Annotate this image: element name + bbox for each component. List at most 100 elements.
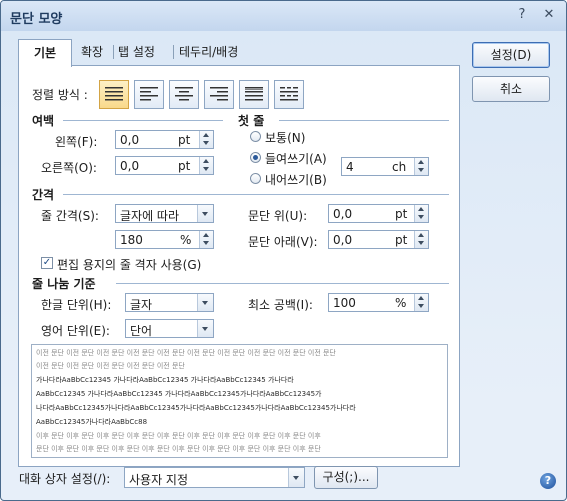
min-space-unit: % [395, 296, 407, 310]
first-line-normal-label[interactable]: 보통(N) [265, 129, 305, 146]
align-left-button[interactable] [134, 80, 164, 109]
dialog-settings-label: 대화 상자 설정(/): [19, 472, 111, 486]
space-above-spinner[interactable]: 0,0 pt [328, 204, 429, 223]
align-center-button[interactable] [169, 80, 199, 109]
tab-basic[interactable]: 기본 [18, 39, 72, 67]
up-arrow-icon[interactable] [203, 233, 209, 237]
line-spacing-type-value: 글자에 따라 [120, 209, 180, 223]
help-icon[interactable]: ? [540, 473, 556, 489]
down-arrow-icon[interactable] [203, 141, 209, 145]
dropdown-button[interactable] [197, 320, 213, 337]
down-arrow-icon[interactable] [418, 241, 424, 245]
divider [63, 194, 449, 195]
dropdown-button[interactable] [288, 468, 304, 487]
spinner-arrows[interactable] [414, 205, 428, 222]
dialog-settings-value: 사용자 지정 [129, 473, 189, 487]
first-line-outdent-radio[interactable] [250, 173, 261, 184]
space-below-value[interactable]: 0,0 [333, 233, 352, 247]
tab-separator [113, 45, 114, 59]
chevron-down-icon [202, 301, 208, 305]
up-arrow-icon[interactable] [418, 296, 424, 300]
cancel-button[interactable]: 취소 [472, 76, 550, 102]
up-arrow-icon[interactable] [203, 133, 209, 137]
right-margin-value[interactable]: 0,0 [120, 159, 139, 173]
english-unit-select[interactable]: 단어 [125, 319, 214, 338]
line-grid-label[interactable]: 편집 용지의 줄 격자 사용(G) [57, 256, 201, 273]
space-above-value[interactable]: 0,0 [333, 207, 352, 221]
spinner-arrows[interactable] [199, 157, 213, 174]
line-spacing-type-select[interactable]: 글자에 따라 [115, 204, 214, 223]
left-margin-spinner[interactable]: 0,0 pt [115, 130, 214, 149]
up-arrow-icon[interactable] [203, 159, 209, 163]
dialog-settings-select[interactable]: 사용자 지정 [124, 467, 305, 488]
down-arrow-icon[interactable] [203, 241, 209, 245]
korean-unit-select[interactable]: 글자 [125, 293, 214, 312]
align-divide-button[interactable] [274, 80, 304, 109]
dropdown-button[interactable] [197, 294, 213, 311]
close-icon[interactable]: ✕ [541, 7, 557, 23]
divider [63, 120, 223, 121]
up-arrow-icon[interactable] [418, 233, 424, 237]
spinner-arrows[interactable] [199, 231, 213, 248]
align-justify-button[interactable] [99, 80, 129, 109]
chevron-down-icon [202, 327, 208, 331]
up-arrow-icon[interactable] [418, 207, 424, 211]
first-line-indent-label[interactable]: 들여쓰기(A) [265, 150, 327, 167]
line-spacing-label: 줄 간격(S): [41, 209, 99, 223]
right-margin-unit: pt [178, 159, 191, 173]
first-line-section-title: 첫 줄 [238, 114, 265, 128]
align-distribute-button[interactable] [239, 80, 269, 109]
space-above-label: 문단 위(U): [248, 209, 308, 223]
line-spacing-value[interactable]: 180 [120, 233, 143, 247]
preview-line: 나다라AaBbCc12345가나다라AaBbCc12345가나다라AaBbCc1… [36, 404, 356, 412]
spinner-arrows[interactable] [414, 231, 428, 248]
first-line-outdent-label[interactable]: 내어쓰기(B) [265, 171, 327, 188]
tab-extended[interactable]: 확장 [81, 40, 103, 65]
line-spacing-spinner[interactable]: 180 % [115, 230, 214, 249]
space-below-unit: pt [395, 233, 408, 247]
preview-line: 이전 문단 이전 문단 이전 문단 이전 문단 이전 문단 이전 문단 이전 문… [36, 349, 336, 357]
first-line-indent-radio[interactable] [250, 152, 261, 163]
down-arrow-icon[interactable] [203, 167, 209, 171]
help-icon[interactable]: ? [514, 7, 530, 23]
down-arrow-icon[interactable] [418, 168, 424, 172]
divider [279, 120, 449, 121]
preview-line: AaBbCc12345가나다라AaBbCc88 [36, 418, 148, 426]
chevron-down-icon [293, 476, 299, 480]
space-below-spinner[interactable]: 0,0 pt [328, 230, 429, 249]
spinner-arrows[interactable] [414, 158, 428, 175]
dialog-title: 문단 모양 [10, 12, 63, 27]
min-space-value[interactable]: 100 [333, 296, 356, 310]
spacing-section-title: 간격 [32, 188, 55, 202]
margins-section-title: 여백 [32, 114, 55, 128]
left-margin-unit: pt [178, 133, 191, 147]
compose-button[interactable]: 구성(;)... [314, 466, 378, 489]
spinner-arrows[interactable] [199, 131, 213, 148]
line-grid-checkbox[interactable]: ✓ [41, 257, 53, 269]
tab-border-background[interactable]: 테두리/배경 [179, 40, 238, 65]
spinner-arrows[interactable] [414, 294, 428, 311]
right-margin-spinner[interactable]: 0,0 pt [115, 156, 214, 175]
down-arrow-icon[interactable] [418, 304, 424, 308]
alignment-label: 정렬 방식 : [32, 88, 88, 102]
chevron-down-icon [202, 212, 208, 216]
dropdown-button[interactable] [197, 205, 213, 222]
first-line-value[interactable]: 4 [346, 160, 354, 174]
first-line-normal-radio[interactable] [250, 131, 261, 142]
up-arrow-icon[interactable] [418, 160, 424, 164]
tab-separator [173, 45, 174, 59]
min-space-spinner[interactable]: 100 % [328, 293, 429, 312]
preview-line: 문단 이후 문단 이후 문단 이후 문단 이후 문단 이후 문단 이후 문단 이… [36, 445, 321, 453]
left-margin-value[interactable]: 0,0 [120, 133, 139, 147]
ok-button[interactable]: 설정(D) [472, 42, 550, 68]
preview-line: 이전 문단 이전 문단 이전 문단 이전 문단 이전 문단 [36, 362, 185, 370]
right-margin-label: 오른쪽(O): [41, 161, 97, 175]
align-right-button[interactable] [204, 80, 234, 109]
center-align-icon [175, 87, 193, 101]
distribute-icon [245, 87, 263, 101]
tab-tab-settings[interactable]: 탭 설정 [118, 40, 155, 65]
space-above-unit: pt [395, 207, 408, 221]
paragraph-shape-dialog: 문단 모양 ? ✕ 기본 확장 탭 설정 테두리/배경 정렬 방식 : 여백 왼… [0, 0, 567, 501]
first-line-spinner[interactable]: 4 ch [341, 157, 429, 176]
down-arrow-icon[interactable] [418, 215, 424, 219]
